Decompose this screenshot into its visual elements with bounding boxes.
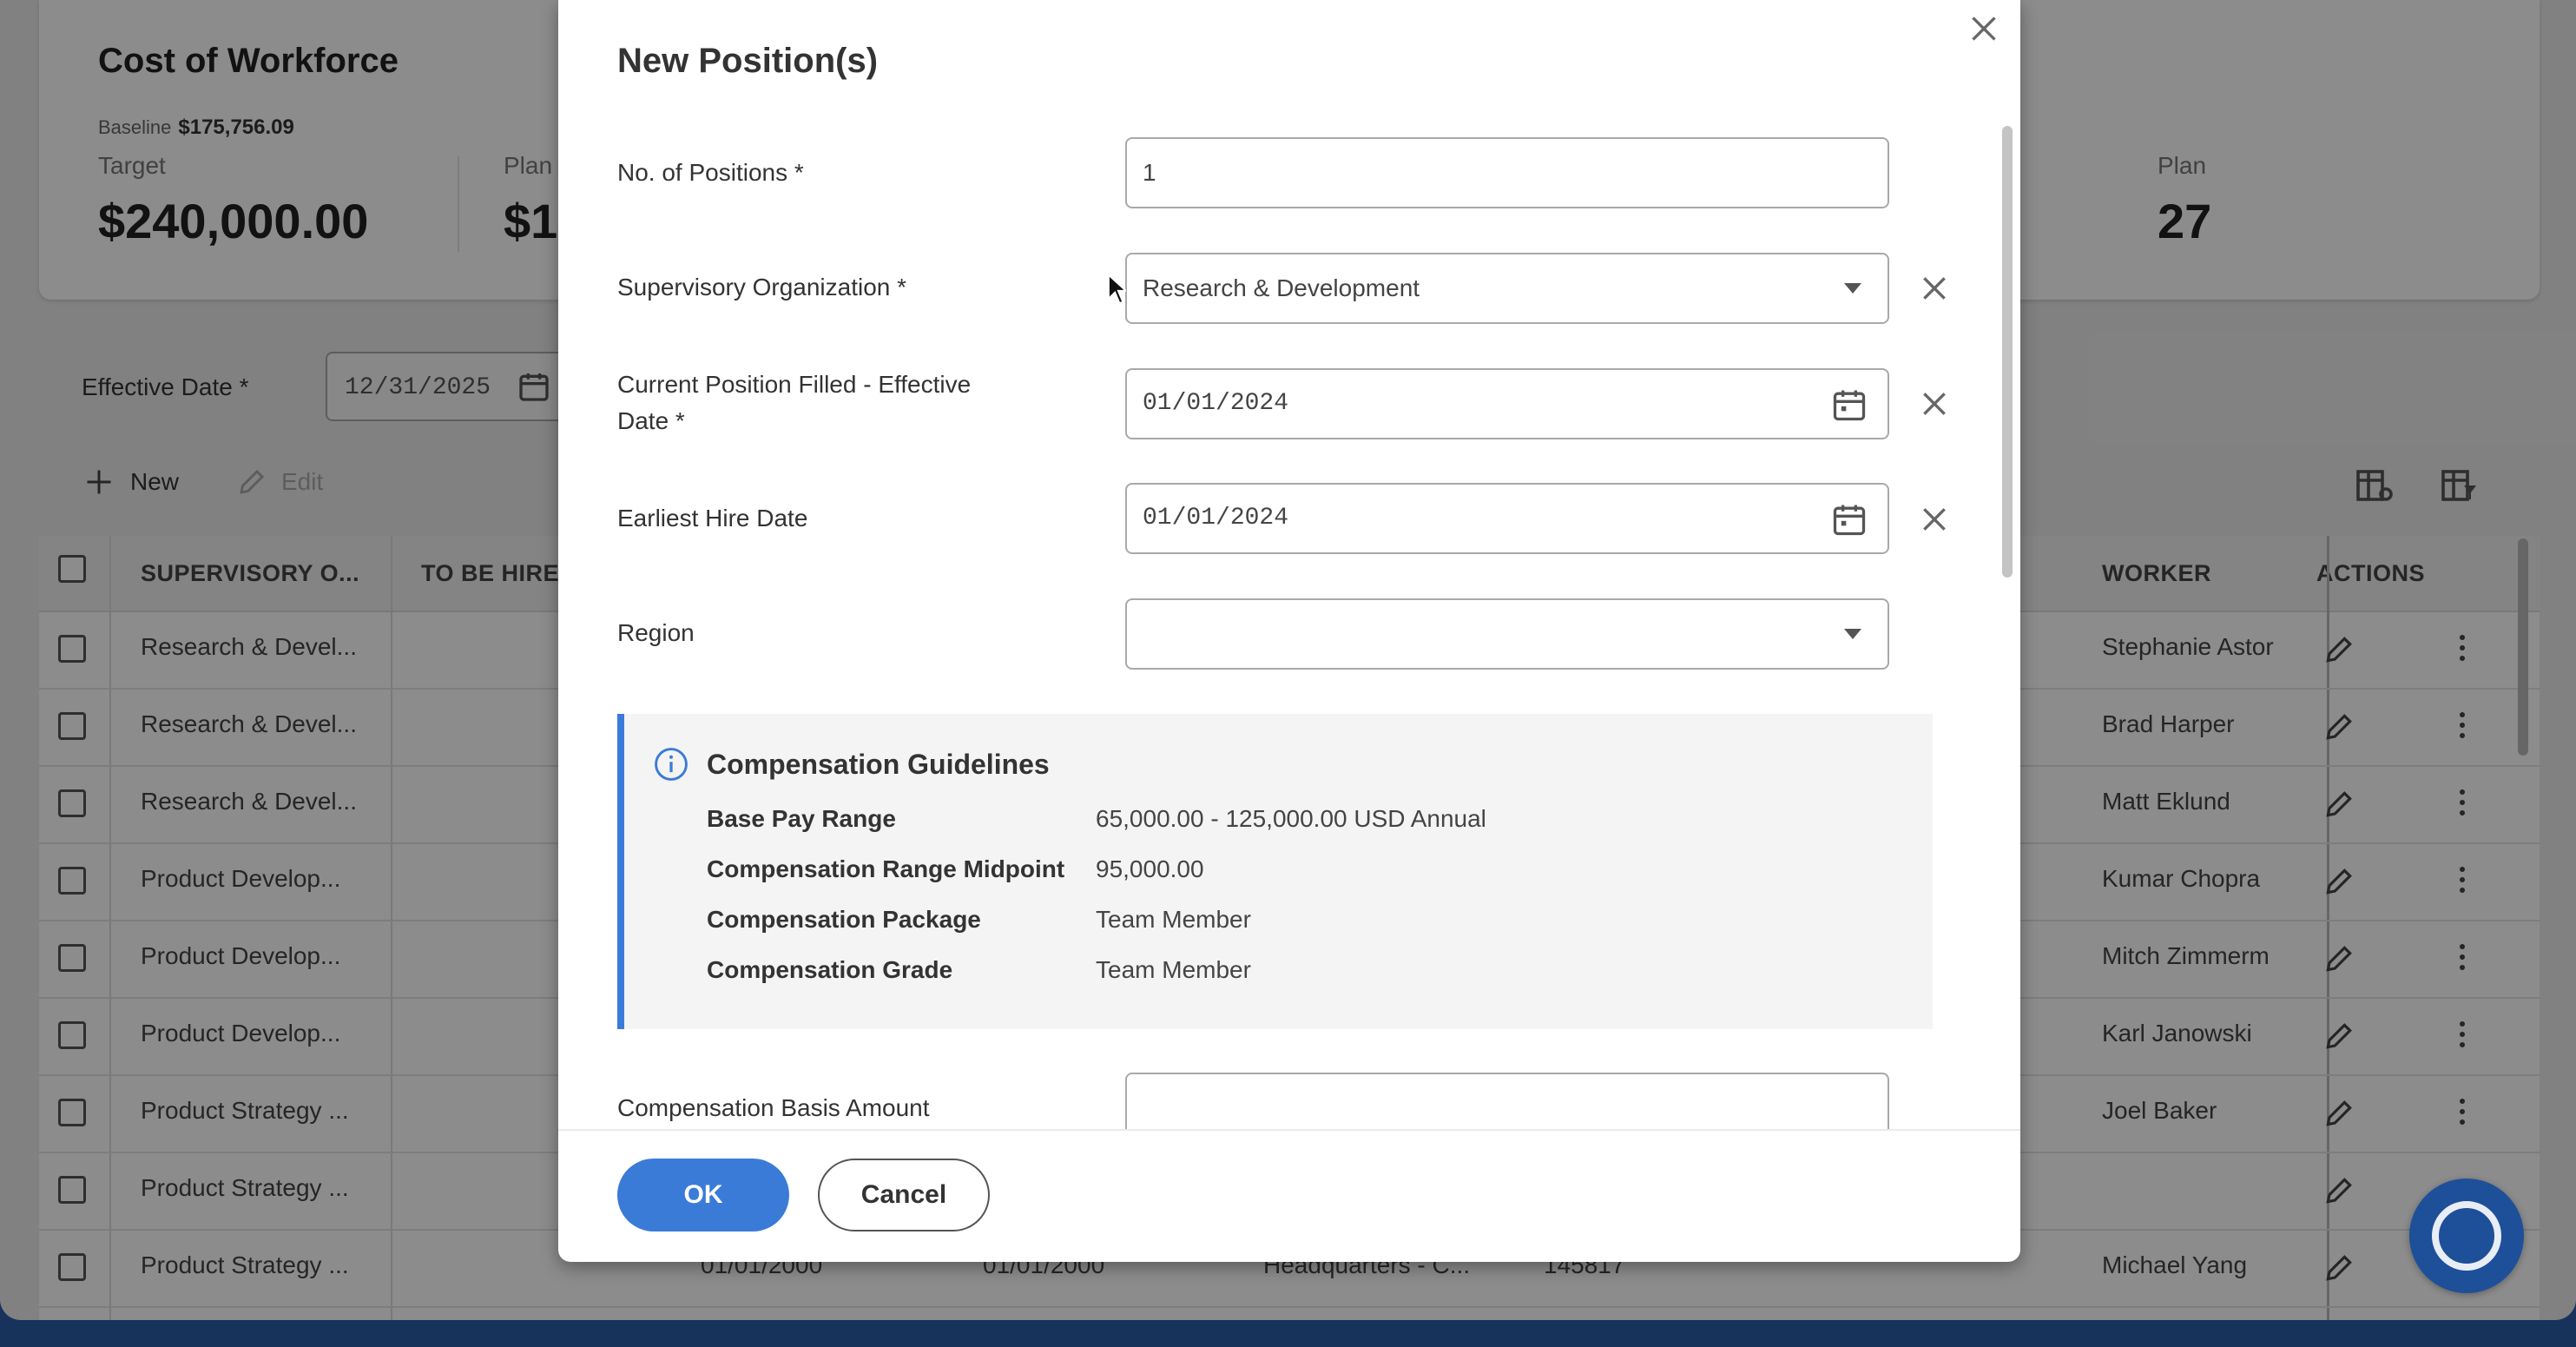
- filled-date-label-line2: Date *: [617, 407, 685, 434]
- dialog-footer-divider: [558, 1129, 2020, 1131]
- clear-hire-date-icon[interactable]: [1917, 502, 1952, 537]
- dialog-title: New Position(s): [617, 42, 879, 80]
- clear-filled-date-icon[interactable]: [1917, 386, 1952, 421]
- calendar-icon[interactable]: [1830, 500, 1868, 538]
- assistant-chat-button[interactable]: W: [2409, 1179, 2524, 1293]
- hire-date-label: Earliest Hire Date: [617, 505, 808, 532]
- compensation-grade-label: Compensation Grade: [707, 956, 953, 983]
- compensation-package-label: Compensation Package: [707, 906, 981, 933]
- supervisory-org-select[interactable]: Research & Development: [1125, 253, 1889, 324]
- compensation-grade-value: Team Member: [1096, 956, 1251, 983]
- close-icon[interactable]: [1962, 7, 2006, 50]
- range-midpoint-value: 95,000.00: [1096, 855, 1204, 882]
- base-pay-range-label: Base Pay Range: [707, 805, 896, 832]
- supervisory-org-label: Supervisory Organization *: [617, 274, 907, 300]
- new-positions-dialog: New Position(s) No. of Positions * 1 Sup…: [558, 0, 2020, 1262]
- compensation-package-value: Team Member: [1096, 906, 1251, 933]
- range-midpoint-label: Compensation Range Midpoint: [707, 855, 1065, 882]
- filled-date-label: Current Position Filled - Effective Date…: [617, 366, 971, 439]
- basis-amount-label: Compensation Basis Amount: [617, 1094, 930, 1121]
- positions-input[interactable]: 1: [1125, 137, 1889, 208]
- filled-date-label-line1: Current Position Filled - Effective: [617, 371, 972, 398]
- calendar-icon[interactable]: [1830, 386, 1868, 424]
- chat-icon: W: [2432, 1201, 2501, 1271]
- ok-button[interactable]: OK: [617, 1159, 789, 1231]
- positions-label: No. of Positions *: [617, 159, 804, 186]
- guidelines-title: Compensation Guidelines: [707, 749, 1050, 780]
- filled-date-input[interactable]: 01/01/2024: [1125, 368, 1889, 439]
- chat-letter: W: [2452, 1219, 2481, 1252]
- chevron-down-icon: [1844, 283, 1861, 294]
- compensation-guidelines-panel: Compensation Guidelines Base Pay Range 6…: [617, 714, 1933, 1029]
- basis-amount-input[interactable]: [1125, 1073, 1889, 1130]
- dialog-scrollbar[interactable]: [2002, 126, 2013, 578]
- chevron-down-icon: [1844, 629, 1861, 639]
- clear-supervisory-org-icon[interactable]: [1917, 271, 1952, 306]
- region-select[interactable]: [1125, 598, 1889, 670]
- mouse-cursor-icon: [1108, 274, 1126, 305]
- base-pay-range-value: 65,000.00 - 125,000.00 USD Annual: [1096, 805, 1486, 832]
- supervisory-org-value: Research & Development: [1143, 274, 1420, 301]
- cancel-button[interactable]: Cancel: [818, 1159, 990, 1231]
- filled-date-value: 01/01/2024: [1143, 390, 1289, 417]
- hire-date-input[interactable]: 01/01/2024: [1125, 483, 1889, 554]
- hire-date-value: 01/01/2024: [1143, 505, 1289, 532]
- positions-value: 1: [1143, 159, 1156, 186]
- info-icon: [655, 748, 688, 781]
- region-label: Region: [617, 619, 695, 646]
